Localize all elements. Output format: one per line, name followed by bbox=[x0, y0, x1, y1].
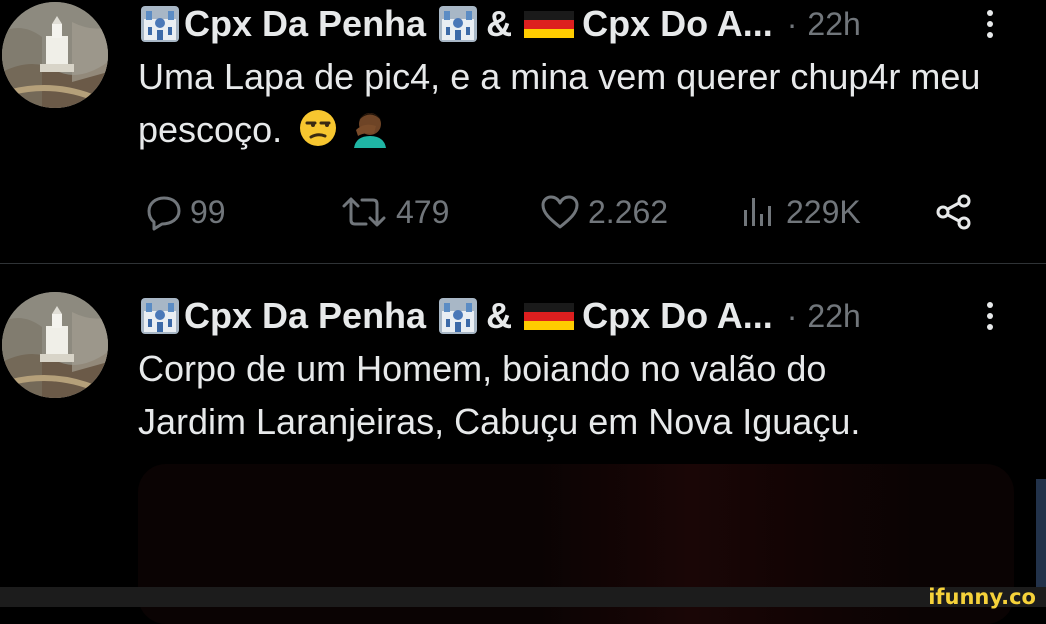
ampersand: & bbox=[486, 3, 513, 44]
author-name-part1: Cpx Da Penha bbox=[184, 295, 427, 336]
tweet-actions: 99 479 2.262 229K bbox=[138, 190, 998, 234]
more-options-icon[interactable] bbox=[978, 4, 1002, 44]
views-button[interactable]: 229K bbox=[740, 190, 861, 234]
tweet-header: Cpx Da Penha & Cpx Do A... · 22h bbox=[138, 292, 861, 340]
germany-flag-icon bbox=[524, 303, 575, 330]
tweet-body-line-1: Corpo de um Homem, boiando no valão do bbox=[138, 348, 827, 389]
repost-button[interactable]: 479 bbox=[338, 190, 449, 234]
temple-icon bbox=[439, 6, 478, 42]
temple-icon bbox=[141, 298, 179, 334]
separator-dot: · bbox=[786, 297, 798, 334]
share-button[interactable] bbox=[934, 190, 980, 234]
heart-icon bbox=[541, 195, 579, 229]
germany-flag-icon bbox=[524, 11, 575, 38]
tweet-body: Uma Lapa de pic4, e a mina vem querer ch… bbox=[138, 56, 981, 150]
tweet-text: Uma Lapa de pic4, e a mina vem querer ch… bbox=[138, 50, 988, 156]
temple-icon bbox=[439, 298, 478, 334]
scrollbar[interactable] bbox=[1036, 479, 1046, 589]
temple-icon bbox=[141, 6, 179, 42]
tweet[interactable]: Cpx Da Penha & Cpx Do A... · 22h Uma Lap… bbox=[0, 0, 1046, 263]
author-name-part2: Cpx Do A... bbox=[582, 295, 773, 336]
share-icon bbox=[936, 194, 971, 230]
tweet-body-line-2: Jardim Laranjeiras, Cabuçu em Nova Iguaç… bbox=[138, 401, 861, 442]
watermark: ifunny.co bbox=[928, 585, 1036, 609]
timestamp[interactable]: 22h bbox=[807, 6, 860, 43]
avatar[interactable] bbox=[2, 292, 108, 398]
unamused-face-icon bbox=[300, 110, 337, 146]
facepalm-icon bbox=[354, 113, 387, 148]
repost-icon bbox=[342, 197, 386, 227]
author-name[interactable]: Cpx Da Penha & Cpx Do A... bbox=[138, 295, 773, 337]
reply-count: 99 bbox=[190, 193, 226, 230]
author-name-part2: Cpx Do A... bbox=[582, 3, 773, 44]
bottom-bar bbox=[0, 587, 1046, 607]
ampersand: & bbox=[486, 295, 513, 336]
view-count: 229K bbox=[786, 193, 861, 230]
timestamp[interactable]: 22h bbox=[807, 298, 860, 335]
author-name[interactable]: Cpx Da Penha & Cpx Do A... bbox=[138, 3, 773, 45]
tweet-divider bbox=[0, 263, 1046, 264]
more-options-icon[interactable] bbox=[978, 296, 1002, 336]
analytics-icon bbox=[744, 198, 771, 226]
avatar[interactable] bbox=[2, 2, 108, 108]
author-name-part1: Cpx Da Penha bbox=[184, 3, 427, 44]
tweet[interactable]: Cpx Da Penha & Cpx Do A... · 22h Corpo d… bbox=[0, 266, 1046, 624]
separator-dot: · bbox=[786, 5, 798, 42]
like-button[interactable]: 2.262 bbox=[538, 190, 668, 234]
tweet-header: Cpx Da Penha & Cpx Do A... · 22h bbox=[138, 0, 861, 48]
repost-count: 479 bbox=[396, 193, 450, 230]
like-count: 2.262 bbox=[588, 193, 669, 230]
tweet-text: Corpo de um Homem, boiando no valão do J… bbox=[138, 342, 988, 448]
reply-icon bbox=[147, 196, 181, 231]
reply-button[interactable]: 99 bbox=[144, 190, 226, 234]
